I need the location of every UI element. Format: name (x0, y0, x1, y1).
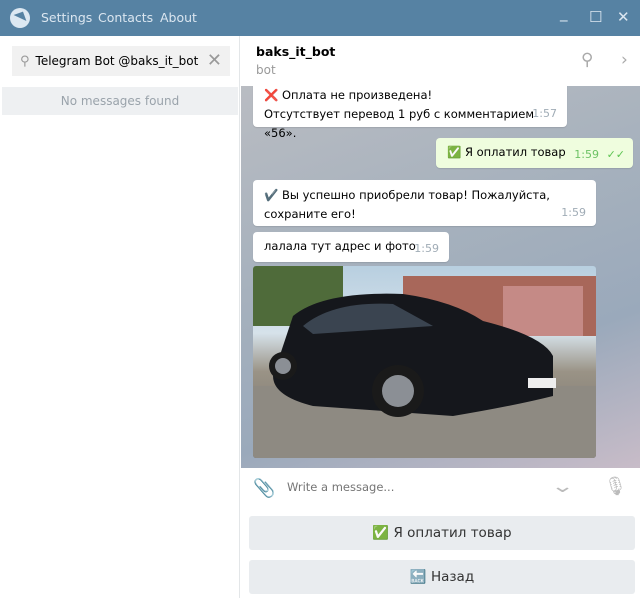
chat-header: baks_it_bot bot ⚲ › (241, 36, 640, 86)
microphone-icon[interactable]: 🎙 (604, 476, 627, 497)
search-icon: ⚲ (20, 53, 30, 69)
search-icon[interactable]: ⚲ (581, 50, 593, 70)
chat-status: bot (256, 63, 276, 77)
paperclip-icon[interactable]: 📎 (253, 478, 275, 499)
message-outgoing: ✅ Я оплатил товар 1:59 ✓✓ (436, 138, 633, 168)
menu-settings[interactable]: Settings (41, 10, 92, 25)
read-ticks-icon: ✓✓ (606, 148, 625, 161)
sidebar: ⚲ Telegram Bot @baks_it_bot ✕ No message… (0, 36, 240, 598)
message: лалала тут адрес и фото 1:59 (253, 232, 449, 262)
keyboard-button-back[interactable]: 🔙 Назад (249, 560, 635, 594)
message-time: 1:59 (414, 242, 439, 255)
empty-results: No messages found (2, 87, 238, 115)
close-button[interactable]: ✕ (617, 8, 630, 26)
chat-name[interactable]: baks_it_bot (256, 44, 335, 59)
message: ❌ Оплата не произведена! Отсутствует пер… (253, 86, 567, 140)
telegram-logo-icon (10, 8, 30, 28)
message-time: 1:59 (574, 148, 599, 161)
composer: 📎 ⌄ 🎙 (241, 468, 640, 512)
message-input[interactable] (287, 480, 537, 494)
checkmark-icon: ✔️ (264, 188, 279, 202)
title-bar: Settings Contacts About _ ☐ ✕ (0, 0, 640, 36)
photo-message[interactable] (253, 266, 596, 458)
keyboard-button-paid[interactable]: ✅ Я оплатил товар (249, 516, 635, 550)
car-photo (253, 266, 596, 458)
clear-search-icon[interactable]: ✕ (207, 50, 222, 71)
minimize-button[interactable]: _ (560, 4, 568, 22)
message-time: 1:57 (532, 107, 557, 120)
search-value: Telegram Bot @baks_it_bot (35, 54, 199, 68)
search-input[interactable]: ⚲ Telegram Bot @baks_it_bot ✕ (12, 46, 230, 76)
message-list: ❌ Оплата не произведена! Отсутствует пер… (241, 86, 640, 468)
message-time: 1:59 (561, 206, 586, 219)
chevron-down-icon[interactable]: ⌄ (550, 476, 574, 497)
check-icon: ✅ (447, 145, 462, 159)
chevron-right-icon[interactable]: › (621, 50, 628, 70)
cross-icon: ❌ (264, 88, 279, 102)
menu-contacts[interactable]: Contacts (98, 10, 153, 25)
maximize-button[interactable]: ☐ (589, 8, 602, 26)
menu-about[interactable]: About (160, 10, 197, 25)
message: ✔️ Вы успешно приобрели товар! Пожалуйст… (253, 180, 596, 226)
